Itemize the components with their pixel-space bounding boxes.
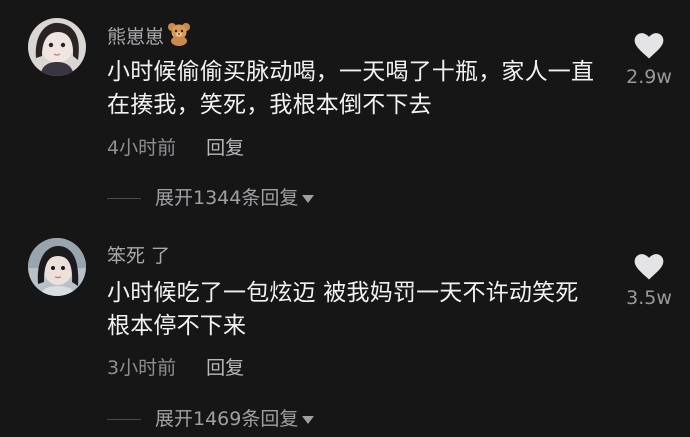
author-name[interactable]: 笨死 了 bbox=[107, 244, 170, 268]
expand-replies-button[interactable]: 展开1344条回复 bbox=[107, 186, 315, 210]
heart-icon bbox=[634, 254, 664, 280]
avatar-image bbox=[28, 238, 86, 296]
expand-replies-label: 展开1469条回复 bbox=[155, 408, 299, 430]
like-button[interactable]: 3.5w bbox=[620, 253, 678, 309]
like-count: 3.5w bbox=[626, 287, 672, 309]
expand-replies-button[interactable]: 展开1469条回复 bbox=[107, 407, 315, 431]
comment-text: 小时候吃了一包炫迈 被我妈罚一天不许动笑死 根本停不下来 bbox=[107, 280, 587, 339]
reply-button[interactable]: 回复 bbox=[206, 137, 244, 159]
caret-down-icon bbox=[302, 415, 315, 424]
heart-icon bbox=[634, 33, 664, 59]
comment-meta: 3小时前 回复 bbox=[107, 356, 244, 380]
author-name-label: 笨死 了 bbox=[107, 245, 171, 267]
comment-time: 3小时前 bbox=[107, 357, 177, 379]
author-name-label: 熊崽崽 bbox=[107, 26, 165, 48]
author-name[interactable]: 熊崽崽 bbox=[107, 22, 192, 52]
like-button[interactable]: 2.9w bbox=[620, 32, 678, 88]
like-count: 2.9w bbox=[626, 66, 672, 88]
reply-button[interactable]: 回复 bbox=[206, 357, 244, 379]
comment-text: 小时候偷偷买脉动喝，一天喝了十瓶，家人一直在揍我，笑死，我根本倒不下去 bbox=[107, 59, 595, 118]
expand-replies-label: 展开1344条回复 bbox=[155, 187, 299, 209]
comment-meta: 4小时前 回复 bbox=[107, 136, 244, 160]
avatar[interactable] bbox=[28, 238, 86, 296]
comment-time: 4小时前 bbox=[107, 137, 177, 159]
caret-down-icon bbox=[302, 194, 315, 203]
teddy-bear-icon bbox=[166, 22, 192, 52]
avatar-image bbox=[28, 18, 86, 76]
avatar[interactable] bbox=[28, 18, 86, 76]
divider-dash bbox=[107, 419, 141, 420]
divider-dash bbox=[107, 198, 141, 199]
